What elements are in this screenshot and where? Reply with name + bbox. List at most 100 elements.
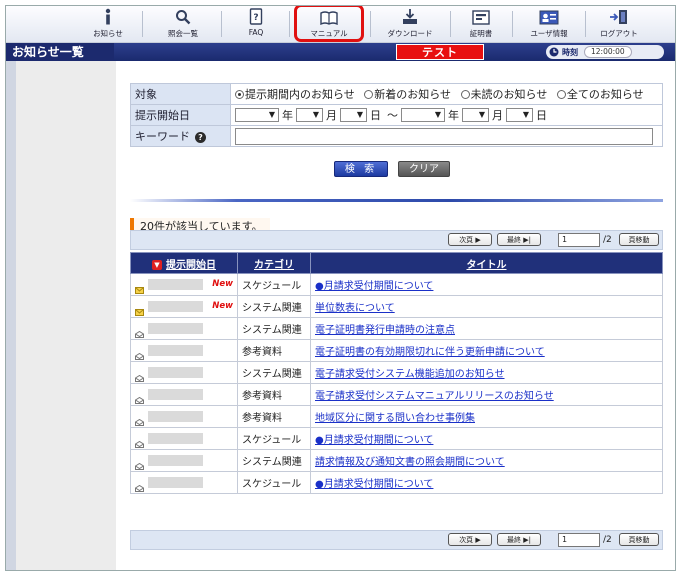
to-month-select[interactable]: ▼ — [462, 108, 489, 122]
nav-inquiry-list[interactable]: 照会一覧 — [156, 7, 210, 41]
col-title[interactable]: タイトル — [310, 252, 663, 274]
radio-in-period[interactable]: 提示期間内のお知らせ — [235, 86, 355, 102]
from-month-select[interactable]: ▼ — [296, 108, 323, 122]
page-total: /2 — [603, 235, 612, 245]
start-date-cell — [130, 449, 238, 472]
left-rail — [6, 61, 16, 570]
notice-title-link[interactable]: ●月請求受付期間について — [315, 435, 433, 446]
title-cell: 地域区分に関する問い合わせ事例集 — [310, 405, 663, 428]
go-page-button[interactable]: 頁移動 — [619, 233, 659, 246]
target-radio-group: 提示期間内のお知らせ 新着のお知らせ 未読のお知らせ 全てのお知らせ — [230, 83, 663, 105]
radio-all[interactable]: 全てのお知らせ — [556, 86, 644, 102]
category-cell: スケジュール — [237, 427, 311, 450]
new-badge: New — [212, 301, 233, 311]
table-row[interactable]: New スケジュール ●月請求受付期間について — [130, 273, 663, 296]
next-page-button[interactable]: 次頁 ▶ — [448, 233, 492, 246]
last-page-button[interactable]: 最終 ▶| — [497, 533, 541, 546]
radio-circle — [235, 89, 244, 99]
table-row[interactable]: New システム関連 単位数表について — [130, 295, 663, 318]
table-row[interactable]: 参考資料 地域区分に関する問い合わせ事例集 — [130, 405, 663, 428]
category-cell: システム関連 — [237, 295, 311, 318]
unread-mail-icon — [135, 281, 144, 294]
radio-unread[interactable]: 未読のお知らせ — [460, 86, 547, 102]
nav-user-info[interactable]: ユーザ情報 — [520, 7, 578, 41]
read-mail-icon — [135, 457, 144, 470]
page-input[interactable]: 1 — [558, 533, 600, 547]
category-cell: システム関連 — [237, 361, 311, 384]
keyword-label-cell: キーワード? — [130, 125, 231, 147]
table-row[interactable]: スケジュール ●月請求受付期間について — [130, 471, 663, 494]
notice-title-link[interactable]: 請求情報及び通知文書の照会期間について — [315, 457, 505, 468]
notice-title-link[interactable]: 電子証明書の有効期限切れに伴う更新申請について — [315, 347, 545, 358]
top-nav: お知らせ 照会一覧 ? FAQ マニュアル ダウンロード 証明書 ユーザ情報 ロ… — [6, 6, 675, 43]
notice-title-link[interactable]: 地域区分に関する問い合わせ事例集 — [315, 413, 475, 424]
nav-certificate[interactable]: 証明書 — [458, 7, 504, 41]
nav-logout[interactable]: ログアウト — [592, 7, 646, 41]
title-cell: 電子証明書の有効期限切れに伴う更新申請について — [310, 339, 663, 362]
read-mail-icon — [135, 347, 144, 360]
search-button[interactable]: 検 索 — [334, 161, 388, 177]
chevron-down-icon: ▼ — [522, 110, 529, 119]
main-content: 対象 提示期間内のお知らせ 新着のお知らせ 未読のお知らせ 全てのお知らせ 提示… — [116, 61, 675, 570]
section-divider — [130, 199, 663, 202]
from-year-select[interactable]: ▼ — [235, 108, 279, 122]
notice-title-link[interactable]: 電子請求受付システムマニュアルリリースのお知らせ — [315, 391, 554, 402]
table-row[interactable]: 参考資料 電子証明書の有効期限切れに伴う更新申請について — [130, 339, 663, 362]
new-badge: New — [212, 279, 233, 289]
col-category[interactable]: カテゴリ — [237, 252, 311, 274]
last-page-button[interactable]: 最終 ▶| — [497, 233, 541, 246]
info-icon — [103, 7, 113, 25]
page-input[interactable]: 1 — [558, 233, 600, 247]
notice-title-link[interactable]: ●月請求受付期間について — [315, 479, 433, 490]
read-mail-icon — [135, 479, 144, 492]
redacted-date — [148, 476, 203, 488]
title-bar: お知らせ一覧 テスト 時刻 12:00:00 — [6, 43, 675, 61]
next-page-button[interactable]: 次頁 ▶ — [448, 533, 492, 546]
start-date-cell — [130, 383, 238, 406]
title-cell: ●月請求受付期間について — [310, 427, 663, 450]
clear-button[interactable]: クリア — [398, 161, 450, 177]
read-mail-icon — [135, 391, 144, 404]
title-cell: 電子証明書発行申請時の注意点 — [310, 317, 663, 340]
read-mail-icon — [135, 325, 144, 338]
table-row[interactable]: システム関連 電子請求受付システム機能追加のお知らせ — [130, 361, 663, 384]
nav-download[interactable]: ダウンロード — [379, 7, 441, 41]
table-row[interactable]: 参考資料 電子請求受付システムマニュアルリリースのお知らせ — [130, 383, 663, 406]
table-row[interactable]: システム関連 請求情報及び通知文書の照会期間について — [130, 449, 663, 472]
logout-icon — [609, 7, 629, 25]
sort-desc-icon: ▼ — [152, 259, 162, 270]
category-cell: システム関連 — [237, 449, 311, 472]
col-start-date[interactable]: ▼ 提示開始日 — [130, 252, 238, 274]
nav-faq[interactable]: ? FAQ — [231, 7, 281, 41]
notice-title-link[interactable]: 電子証明書発行申請時の注意点 — [315, 325, 455, 336]
help-icon[interactable]: ? — [195, 131, 206, 143]
chevron-down-icon: ▼ — [434, 110, 441, 119]
download-icon — [402, 7, 418, 25]
title-cell: ●月請求受付期間について — [310, 273, 663, 296]
category-cell: 参考資料 — [237, 339, 311, 362]
start-date-cell — [130, 405, 238, 428]
start-date-cell — [130, 471, 238, 494]
to-year-select[interactable]: ▼ — [401, 108, 445, 122]
notice-table: ▼ 提示開始日 カテゴリ タイトル New スケジュール ●月請求受付期間について Ne… — [130, 252, 663, 494]
radio-new[interactable]: 新着のお知らせ — [364, 86, 451, 102]
page-total: /2 — [603, 535, 612, 545]
category-cell: システム関連 — [237, 317, 311, 340]
title-cell: 請求情報及び通知文書の照会期間について — [310, 449, 663, 472]
table-row[interactable]: スケジュール ●月請求受付期間について — [130, 427, 663, 450]
to-day-select[interactable]: ▼ — [506, 108, 533, 122]
table-row[interactable]: システム関連 電子証明書発行申請時の注意点 — [130, 317, 663, 340]
from-day-select[interactable]: ▼ — [340, 108, 367, 122]
chevron-down-icon: ▼ — [478, 110, 485, 119]
radio-circle — [460, 89, 470, 99]
start-date-cell — [130, 339, 238, 362]
clock-time: 12:00:00 — [584, 46, 632, 58]
notice-title-link[interactable]: ●月請求受付期間について — [315, 281, 433, 292]
title-cell: 電子請求受付システム機能追加のお知らせ — [310, 361, 663, 384]
notice-title-link[interactable]: 単位数表について — [315, 303, 395, 314]
keyword-input[interactable] — [235, 127, 653, 145]
notice-title-link[interactable]: 電子請求受付システム機能追加のお知らせ — [315, 369, 505, 380]
nav-info[interactable]: お知らせ — [84, 7, 132, 41]
go-page-button[interactable]: 頁移動 — [619, 533, 659, 546]
target-label: 対象 — [130, 83, 231, 105]
